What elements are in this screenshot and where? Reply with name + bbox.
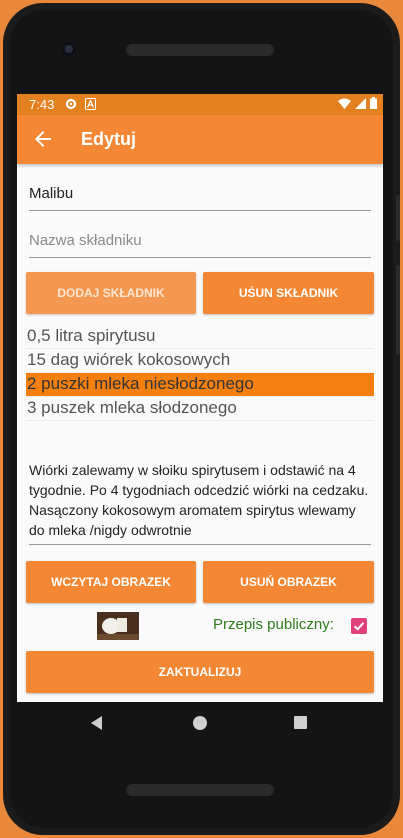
power-button — [396, 265, 400, 355]
recipe-name-field[interactable] — [29, 181, 371, 211]
recipe-name-input[interactable] — [29, 185, 371, 202]
remove-image-button[interactable]: USUŃ OBRAZEK — [203, 561, 374, 603]
wifi-icon — [338, 97, 351, 112]
system-nav-bar — [17, 702, 383, 746]
public-recipe-checkbox[interactable] — [351, 618, 367, 634]
public-recipe-label: Przepis publiczny: — [213, 616, 334, 633]
status-bar: 7:43 — [17, 94, 383, 115]
recipe-image-thumbnail — [97, 612, 139, 640]
load-image-button[interactable]: WCZYTAJ OBRAZEK — [26, 561, 196, 603]
arrow-back-icon[interactable] — [31, 127, 55, 151]
app-bar: Edytuj — [17, 115, 383, 164]
front-camera — [62, 42, 76, 56]
ingredient-name-input[interactable] — [29, 232, 371, 249]
list-item-selected[interactable]: 2 puszki mleka niesłodzonego — [26, 373, 374, 397]
settings-icon — [65, 98, 77, 113]
page-title: Edytuj — [81, 129, 137, 149]
remove-ingredient-button[interactable]: UŚUN SKŁADNIK — [203, 272, 374, 314]
list-item[interactable]: 15 dag wiórek kokosowych — [26, 349, 374, 373]
nav-back-icon[interactable] — [91, 716, 102, 730]
signal-icon — [355, 97, 366, 112]
list-item[interactable]: 3 puszek mleka słodzonego — [26, 397, 374, 421]
list-item[interactable]: 0,5 litra spirytusu — [26, 325, 374, 349]
bottom-speaker — [126, 784, 274, 796]
volume-button — [396, 195, 400, 241]
update-button[interactable]: ZAKTUALIZUJ — [26, 651, 374, 693]
earpiece-speaker — [126, 44, 274, 56]
ingredient-field[interactable] — [29, 228, 371, 258]
battery-icon — [370, 97, 377, 112]
app-screen: 7:43 Edytuj DODAJ SKŁADNIK — [17, 94, 383, 702]
nav-recents-icon[interactable] — [294, 716, 307, 729]
description-textarea[interactable]: Wiórki zalewamy w słoiku spirytusem i od… — [29, 460, 371, 545]
nav-home-icon[interactable] — [193, 716, 207, 730]
add-ingredient-button[interactable]: DODAJ SKŁADNIK — [26, 272, 196, 314]
status-time: 7:43 — [29, 97, 55, 112]
a-badge-icon — [85, 98, 96, 113]
